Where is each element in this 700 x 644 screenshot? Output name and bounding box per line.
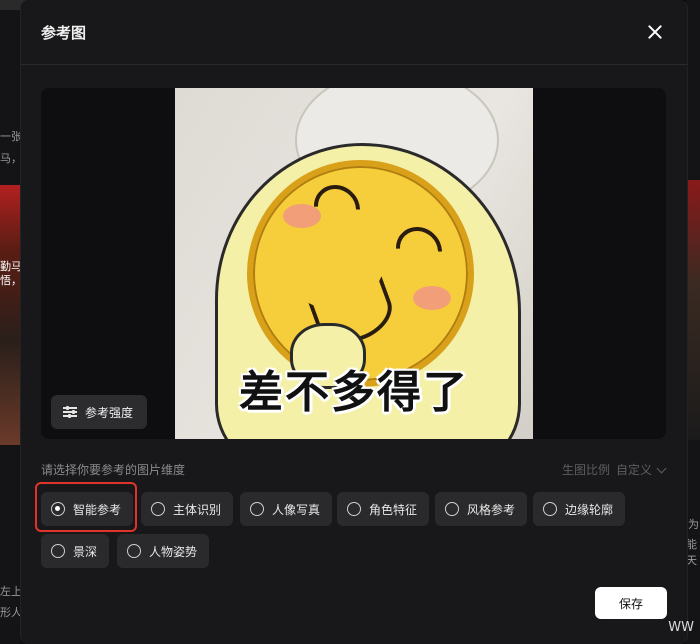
radio-icon [127, 544, 141, 558]
radio-icon [445, 502, 459, 516]
save-button[interactable]: 保存 [595, 587, 667, 619]
backdrop-text: 一张 [0, 130, 22, 143]
aspect-ratio-value: 自定义 [615, 463, 652, 477]
backdrop-text: 左上 [0, 585, 22, 598]
radio-icon [151, 502, 165, 516]
option-subject-recognition[interactable]: 主体识别 [141, 492, 234, 526]
option-portrait[interactable]: 人像写真 [240, 492, 333, 526]
backdrop-text: 形人 [0, 606, 22, 619]
option-smart-reference[interactable]: 智能参考 [41, 492, 134, 526]
backdrop-left-photo [0, 185, 20, 445]
close-icon[interactable] [643, 20, 667, 44]
sliders-icon [63, 406, 77, 418]
option-label: 智能参考 [73, 502, 122, 517]
radio-icon [250, 502, 264, 516]
chevron-down-icon [656, 463, 667, 473]
option-style-reference[interactable]: 风格参考 [435, 492, 528, 526]
option-label: 景深 [73, 544, 98, 559]
radio-icon [347, 502, 361, 516]
option-depth-of-field[interactable]: 景深 [41, 534, 110, 568]
radio-icon [543, 502, 557, 516]
reference-image-dialog: 参考图 差不多得了 参考强度 请选择你要参考的图片维度 生图比例 自定义 智能参… [20, 0, 688, 644]
option-label: 主体识别 [173, 502, 222, 517]
backdrop-text: 马， [0, 152, 22, 165]
backdrop-text: 能天 [686, 538, 697, 567]
aspect-ratio-selector[interactable]: 生图比例 自定义 [561, 461, 667, 478]
meme-caption: 差不多得了 [239, 367, 469, 418]
option-pose[interactable]: 人物姿势 [117, 534, 210, 568]
option-label: 风格参考 [467, 502, 516, 517]
reference-strength-label: 参考强度 [85, 405, 134, 420]
dialog-title: 参考图 [41, 24, 87, 42]
option-label: 角色特征 [369, 502, 418, 517]
reference-image: 差不多得了 [175, 88, 533, 439]
reference-strength-button[interactable]: 参考强度 [51, 395, 148, 429]
dialog-header: 参考图 [21, 0, 687, 65]
backdrop-text: 悟， [0, 274, 22, 287]
option-character-features[interactable]: 角色特征 [337, 492, 430, 526]
watermark: WW [668, 620, 694, 635]
option-label: 人像写真 [272, 502, 321, 517]
option-edge-contour[interactable]: 边缘轮廓 [533, 492, 626, 526]
option-label: 人物姿势 [149, 544, 198, 559]
radio-icon [51, 502, 65, 516]
aspect-ratio-label: 生图比例 [561, 463, 610, 477]
reference-image-preview: 差不多得了 参考强度 [41, 88, 666, 439]
backdrop-right-photo [686, 180, 700, 440]
radio-icon [51, 544, 65, 558]
option-label: 边缘轮廓 [565, 502, 614, 517]
dimension-hint: 请选择你要参考的图片维度 [41, 463, 186, 477]
backdrop-text: 为 [688, 518, 699, 531]
